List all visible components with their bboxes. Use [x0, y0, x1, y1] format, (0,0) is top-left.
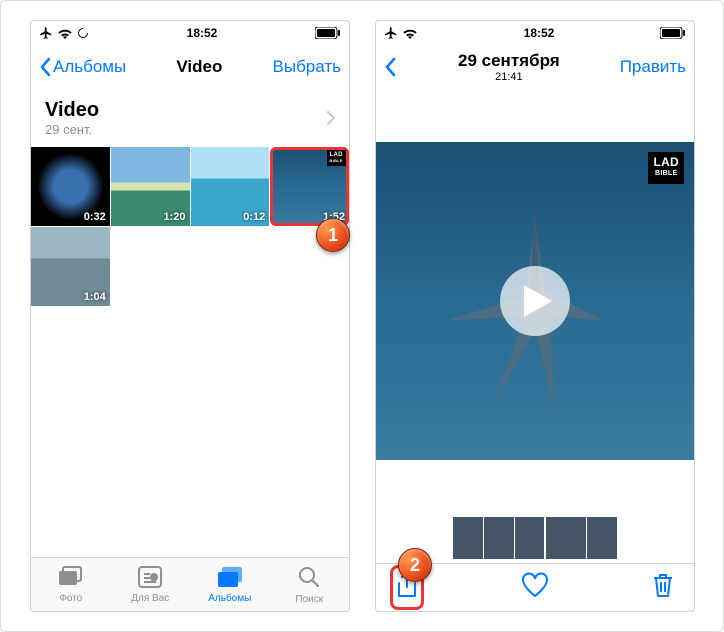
chevron-left-icon [39, 57, 51, 77]
strip-thumb-0[interactable] [453, 517, 483, 559]
tab-label: Фото [59, 593, 82, 604]
nav-title-sub: 21:41 [398, 71, 620, 83]
video-thumb-0[interactable]: 0:32 [31, 147, 110, 226]
chevron-right-icon [326, 110, 335, 126]
favorite-button[interactable] [521, 572, 549, 603]
edit-button[interactable]: Править [620, 57, 686, 77]
play-button[interactable] [500, 266, 570, 336]
trash-icon [652, 572, 674, 598]
status-time: 18:52 [418, 26, 660, 40]
chevron-left-icon [384, 57, 396, 77]
nav-title: 29 сентября 21:41 [398, 51, 620, 83]
strip-thumb-3[interactable] [546, 517, 586, 559]
search-icon [297, 565, 321, 592]
video-duration: 1:20 [163, 211, 185, 223]
strip-thumb-1[interactable] [484, 517, 514, 559]
battery-icon [660, 27, 686, 39]
album-header[interactable]: Video 29 сент. [31, 89, 349, 147]
foryou-icon [138, 566, 162, 591]
lad-bible-badge: LAD BIBLE [648, 152, 684, 184]
strip-thumb-2[interactable] [515, 517, 545, 559]
video-thumb-2[interactable]: 0:12 [191, 147, 270, 226]
wifi-icon [402, 27, 418, 39]
wifi-icon [57, 27, 73, 39]
status-bar: 18:52 [376, 21, 694, 45]
video-frame: LAD BIBLE [376, 142, 694, 460]
annotation-1: 1 [316, 218, 350, 252]
video-thumb-1[interactable]: 1:20 [111, 147, 190, 226]
tab-альбомы[interactable]: Альбомы [190, 558, 270, 611]
tab-label: Поиск [295, 594, 323, 605]
status-time: 18:52 [89, 26, 315, 40]
play-icon [524, 285, 552, 317]
airplane-icon [384, 26, 398, 40]
video-duration: 0:32 [84, 211, 106, 223]
video-viewer[interactable]: LAD BIBLE [376, 89, 694, 513]
nav-title: Video [126, 57, 272, 77]
back-button[interactable]: Альбомы [39, 57, 126, 77]
tab-для-вас[interactable]: Для Вас [111, 558, 191, 611]
status-bar: 18:52 [31, 21, 349, 45]
nav-bar: Альбомы Video Выбрать [31, 45, 349, 89]
strip-thumb-4[interactable] [587, 517, 617, 559]
lad-bible-badge: LADBIBLE [327, 150, 347, 166]
album-title: Video [45, 99, 99, 122]
video-duration: 0:12 [243, 211, 265, 223]
back-button[interactable] [384, 57, 398, 77]
tab-label: Для Вас [131, 593, 169, 604]
select-button[interactable]: Выбрать [273, 57, 341, 77]
video-duration: 1:04 [84, 291, 106, 303]
nav-bar: 29 сентября 21:41 Править [376, 45, 694, 89]
video-grid: 0:32 1:20 0:12 1:52LADBIBLE 1:04 [31, 147, 349, 306]
nav-title-main: 29 сентября [458, 51, 560, 70]
tab-label: Альбомы [208, 593, 251, 604]
video-thumb-4[interactable]: 1:04 [31, 227, 110, 306]
phone-album-view: 18:52 Альбомы Video Выбрать Video 29 сен… [30, 20, 350, 612]
airplane-icon [39, 26, 53, 40]
photos-icon [58, 566, 84, 591]
loading-icon [77, 27, 89, 39]
delete-button[interactable] [652, 572, 674, 603]
annotation-2: 2 [398, 548, 432, 582]
video-thumb-3[interactable]: 1:52LADBIBLE [270, 147, 349, 226]
phone-viewer: 18:52 29 сентября 21:41 Править LAD BIBL… [375, 20, 695, 612]
tab-bar: Фото Для Вас Альбомы Поиск [31, 557, 349, 611]
back-label: Альбомы [53, 57, 126, 77]
tab-фото[interactable]: Фото [31, 558, 111, 611]
tab-поиск[interactable]: Поиск [270, 558, 350, 611]
album-subtitle: 29 сент. [45, 122, 99, 137]
heart-icon [521, 572, 549, 598]
albums-icon [217, 566, 243, 591]
battery-icon [315, 27, 341, 39]
